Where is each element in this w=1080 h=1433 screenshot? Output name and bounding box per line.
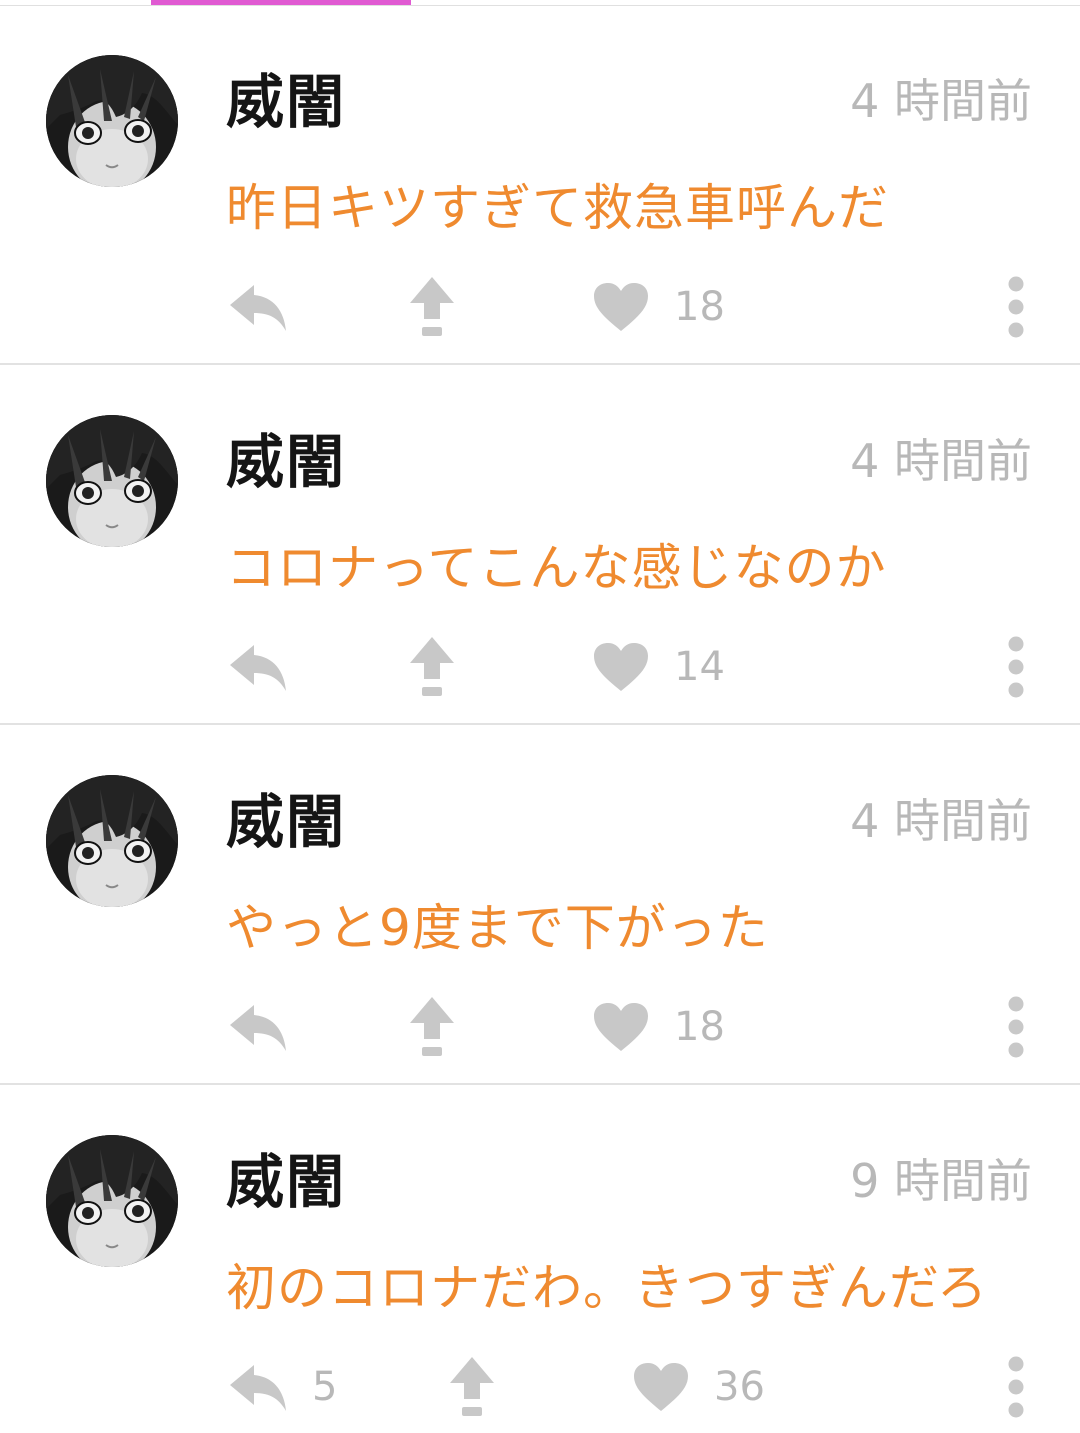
post-message: 昨日キツすぎて救急車呼んだ bbox=[226, 179, 889, 237]
post-actions: 18 bbox=[0, 987, 1080, 1067]
post-item[interactable]: 威闇 4 時間前 昨日キツすぎて救急車呼んだ 18 bbox=[0, 5, 1080, 365]
reply-count: 5 bbox=[312, 1364, 338, 1410]
post-timestamp: 4 時間前 bbox=[850, 794, 1032, 848]
reply-button[interactable] bbox=[228, 279, 312, 335]
username[interactable]: 威闇 bbox=[226, 1147, 346, 1217]
more-vertical-icon bbox=[1000, 636, 1032, 703]
reply-icon bbox=[228, 1361, 288, 1413]
reply-button[interactable]: 5 bbox=[228, 1359, 337, 1415]
boost-arrow-icon bbox=[408, 995, 456, 1059]
more-vertical-icon bbox=[1000, 996, 1032, 1063]
post-message: やっと9度まで下がった bbox=[226, 899, 769, 957]
boost-button[interactable] bbox=[408, 637, 456, 696]
like-count: 14 bbox=[674, 644, 725, 690]
heart-icon bbox=[632, 1361, 690, 1413]
reply-button[interactable] bbox=[228, 639, 312, 695]
post-item[interactable]: 威闇 9 時間前 初のコロナだわ。きつすぎんだろ 5 36 bbox=[0, 1085, 1080, 1433]
more-vertical-icon bbox=[1000, 276, 1032, 343]
post-actions: 14 bbox=[0, 627, 1080, 707]
heart-icon bbox=[592, 1001, 650, 1053]
post-item[interactable]: 威闇 4 時間前 やっと9度まで下がった 18 bbox=[0, 725, 1080, 1085]
like-count: 36 bbox=[714, 1364, 765, 1410]
post-timestamp: 9 時間前 bbox=[850, 1154, 1032, 1208]
boost-arrow-icon bbox=[408, 275, 456, 339]
like-button[interactable]: 18 bbox=[592, 279, 725, 335]
more-options-button[interactable] bbox=[1000, 1355, 1032, 1419]
post-timestamp: 4 時間前 bbox=[850, 434, 1032, 488]
like-count: 18 bbox=[674, 284, 725, 330]
username[interactable]: 威闇 bbox=[226, 67, 346, 137]
reply-icon bbox=[228, 1001, 288, 1053]
like-button[interactable]: 36 bbox=[632, 1359, 765, 1415]
heart-icon bbox=[592, 641, 650, 693]
post-actions: 18 bbox=[0, 267, 1080, 347]
reply-button[interactable] bbox=[228, 999, 312, 1055]
like-button[interactable]: 18 bbox=[592, 999, 725, 1055]
more-options-button[interactable] bbox=[1000, 635, 1032, 699]
more-options-button[interactable] bbox=[1000, 275, 1032, 339]
like-button[interactable]: 14 bbox=[592, 639, 725, 695]
like-count: 18 bbox=[674, 1004, 725, 1050]
avatar[interactable] bbox=[46, 415, 178, 547]
boost-arrow-icon bbox=[408, 635, 456, 699]
reply-icon bbox=[228, 641, 288, 693]
avatar[interactable] bbox=[46, 1135, 178, 1267]
avatar[interactable] bbox=[46, 775, 178, 907]
username[interactable]: 威闇 bbox=[226, 427, 346, 497]
more-options-button[interactable] bbox=[1000, 995, 1032, 1059]
post-message: コロナってこんな感じなのか bbox=[226, 539, 887, 597]
heart-icon bbox=[592, 281, 650, 333]
boost-button[interactable] bbox=[448, 1357, 496, 1416]
boost-button[interactable] bbox=[408, 997, 456, 1056]
post-actions: 5 36 bbox=[0, 1347, 1080, 1427]
post-message: 初のコロナだわ。きつすぎんだろ bbox=[226, 1259, 988, 1317]
boost-arrow-icon bbox=[448, 1355, 496, 1419]
post-timestamp: 4 時間前 bbox=[850, 74, 1032, 128]
avatar[interactable] bbox=[46, 55, 178, 187]
more-vertical-icon bbox=[1000, 1356, 1032, 1423]
boost-button[interactable] bbox=[408, 277, 456, 336]
reply-icon bbox=[228, 281, 288, 333]
username[interactable]: 威闇 bbox=[226, 787, 346, 857]
post-item[interactable]: 威闇 4 時間前 コロナってこんな感じなのか 14 bbox=[0, 365, 1080, 725]
